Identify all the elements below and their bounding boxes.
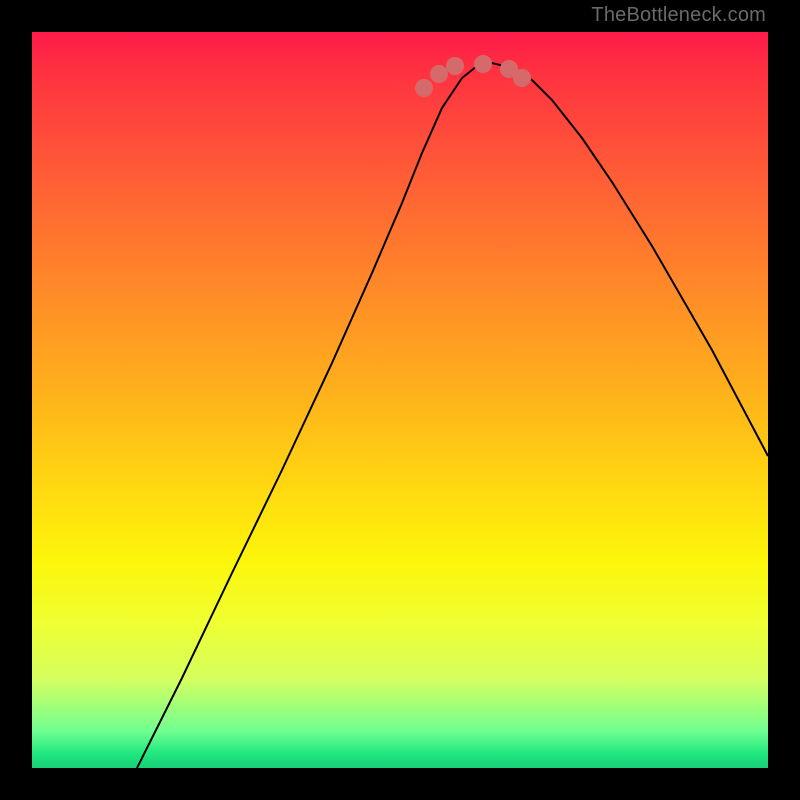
marker-dot (446, 57, 464, 75)
marker-dot (513, 69, 531, 87)
plot-area (32, 32, 768, 768)
watermark-text: TheBottleneck.com (591, 4, 766, 27)
marker-dot (430, 65, 448, 83)
chart-frame: TheBottleneck.com (0, 0, 800, 800)
marker-dots-group (415, 55, 531, 97)
marker-dot (474, 55, 492, 73)
curve-layer (32, 32, 768, 768)
marker-dot (415, 79, 433, 97)
bottleneck-curve-path (137, 63, 768, 768)
